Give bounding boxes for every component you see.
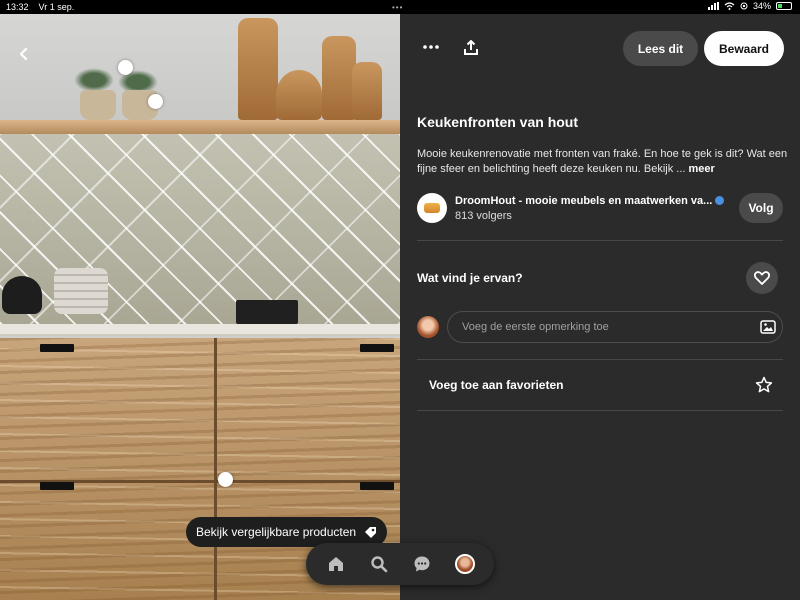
react-button[interactable] <box>746 262 778 294</box>
pin-description: Mooie keukenrenovatie met fronten van fr… <box>417 147 789 177</box>
cabinet-handle <box>360 344 394 352</box>
divider <box>417 359 783 360</box>
product-hotspot[interactable] <box>148 94 163 109</box>
search-icon <box>370 556 387 573</box>
add-to-favorites[interactable]: Voeg toe aan favorieten <box>429 378 563 392</box>
pin-title: Keukenfronten van hout <box>417 114 579 130</box>
follower-count: 813 volgers <box>455 209 512 222</box>
more-link[interactable]: meer <box>689 163 715 175</box>
reaction-prompt: Wat vind je ervan? <box>417 271 523 285</box>
description-text: Mooie keukenrenovatie met fronten van fr… <box>417 148 788 175</box>
signal-icon <box>707 2 719 10</box>
divider <box>417 410 783 411</box>
battery-icon <box>776 2 792 10</box>
multitasking-dots[interactable]: ••• <box>392 3 403 12</box>
product-hotspot[interactable] <box>218 472 233 487</box>
divider <box>417 240 783 241</box>
back-button[interactable] <box>12 42 36 66</box>
profile-avatar <box>454 554 475 574</box>
search-button[interactable] <box>365 550 393 578</box>
cabinet-handle <box>40 482 74 490</box>
pin-details-panel: Lees dit Bewaard Keukenfronten van hout … <box>400 14 800 600</box>
pin-image[interactable]: Bekijk vergelijkbare producten <box>0 14 400 600</box>
profile-button[interactable] <box>451 550 479 578</box>
heart-icon <box>754 271 770 285</box>
status-date: Vr 1 sep. <box>38 2 75 12</box>
comment-row <box>417 311 783 343</box>
tag-icon <box>365 526 377 538</box>
creator-logo[interactable] <box>417 193 447 223</box>
star-icon[interactable] <box>755 376 773 394</box>
creator-name: DroomHout - mooie meubels en maatwerken … <box>455 194 713 207</box>
verified-badge-icon <box>715 196 725 205</box>
status-time: 13:32 <box>6 2 29 12</box>
home-button[interactable] <box>322 550 350 578</box>
add-image-icon[interactable] <box>760 319 776 335</box>
messages-button[interactable] <box>408 550 436 578</box>
product-hotspot[interactable] <box>118 60 133 75</box>
cabinet-handle <box>40 344 74 352</box>
home-icon <box>328 557 343 571</box>
bottom-navigation <box>306 543 494 585</box>
battery-percentage: 34% <box>752 1 771 11</box>
chevron-left-icon <box>19 47 28 61</box>
similar-products-label: Bekijk vergelijkbare producten <box>196 525 357 539</box>
wifi-icon <box>724 2 735 10</box>
share-icon <box>464 39 478 55</box>
more-options-button[interactable] <box>418 34 444 60</box>
creator-row: DroomHout - mooie meubels en maatwerken … <box>417 192 783 224</box>
ellipsis-icon <box>423 45 439 49</box>
share-button[interactable] <box>458 34 484 60</box>
user-avatar <box>417 316 439 338</box>
creator-name-row[interactable]: DroomHout - mooie meubels en maatwerken … <box>455 195 733 207</box>
status-bar: 13:32 Vr 1 sep. ••• 34% <box>0 0 800 14</box>
messages-icon <box>414 556 429 572</box>
read-button[interactable]: Lees dit <box>623 31 698 66</box>
comment-input[interactable] <box>447 311 783 343</box>
rotation-lock-icon <box>740 2 748 10</box>
cabinet-handle <box>360 482 394 490</box>
follow-button[interactable]: Volg <box>739 193 783 223</box>
save-button[interactable]: Bewaard <box>704 31 784 66</box>
